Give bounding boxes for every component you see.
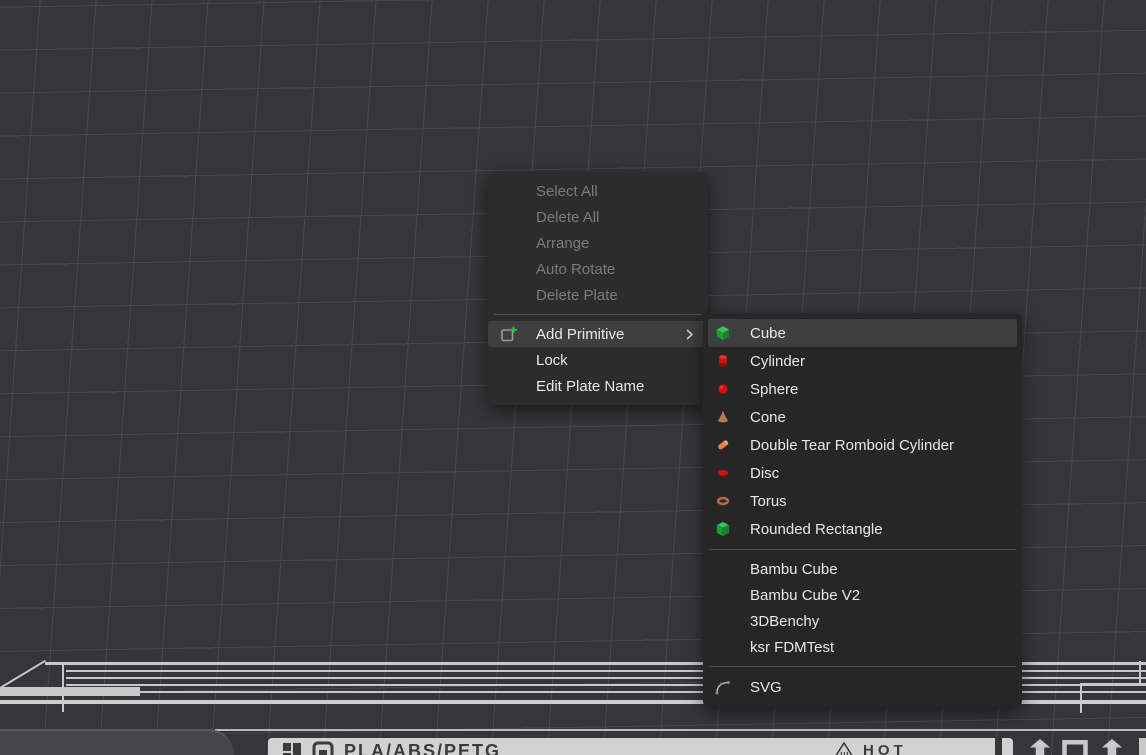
menu-item-auto-rotate[interactable]: Auto Rotate <box>488 256 708 282</box>
menu-item-bambu-cube-v2[interactable]: Bambu Cube V2 <box>703 582 1022 608</box>
menu-item-label: Delete Plate <box>536 287 696 304</box>
menu-item-edit-plate-name[interactable]: Edit Plate Name <box>488 373 708 399</box>
plate-corner-marker <box>1080 683 1146 685</box>
icon-spacer <box>498 234 520 252</box>
cube-icon <box>711 324 735 342</box>
context-menu: Select All Delete All Arrange Auto Rotate De… <box>488 172 708 405</box>
icon-spacer <box>711 586 735 604</box>
menu-item-label: Cube <box>750 325 1005 342</box>
icon-spacer <box>498 286 520 304</box>
menu-item-svg[interactable]: SVG <box>703 673 1022 701</box>
menu-item-bambu-cube[interactable]: Bambu Cube <box>703 556 1022 582</box>
menu-item-label: Sphere <box>750 381 1010 398</box>
menu-item-label: Auto Rotate <box>536 261 696 278</box>
icon-spacer <box>711 560 735 578</box>
icon-spacer <box>498 260 520 278</box>
icon-spacer <box>711 638 735 656</box>
menu-item-label: Add Primitive <box>536 326 682 343</box>
menu-separator <box>494 314 702 315</box>
menu-item-cylinder[interactable]: Cylinder <box>703 347 1022 375</box>
icon-spacer <box>498 377 520 395</box>
disc-icon <box>711 464 735 482</box>
icon-spacer <box>498 208 520 226</box>
menu-item-label: Bambu Cube V2 <box>750 587 1010 604</box>
menu-item-label: Edit Plate Name <box>536 378 696 395</box>
menu-item-label: Bambu Cube <box>750 561 1010 578</box>
plate-corner-marker <box>1080 683 1082 713</box>
menu-item-delete-plate[interactable]: Delete Plate <box>488 282 708 308</box>
menu-item-label: Double Tear Romboid Cylinder <box>750 437 1010 454</box>
menu-item-delete-all[interactable]: Delete All <box>488 204 708 230</box>
icon-spacer <box>498 351 520 369</box>
menu-separator <box>709 549 1016 550</box>
add-primitive-submenu: Cube Cylinder Sphere Cone Double Tear Romboi… <box>703 313 1022 707</box>
menu-item-cube[interactable]: Cube <box>708 319 1017 347</box>
menu-item-label: Lock <box>536 352 696 369</box>
menu-item-rounded-rectangle[interactable]: Rounded Rectangle <box>703 515 1022 543</box>
add-primitive-icon <box>498 325 520 343</box>
menu-item-ksr-fdmtest[interactable]: ksr FDMTest <box>703 634 1022 660</box>
menu-item-arrange[interactable]: Arrange <box>488 230 708 256</box>
plate-handle-tab <box>0 729 234 755</box>
chevron-right-icon <box>682 327 696 342</box>
menu-item-add-primitive[interactable]: Add Primitive <box>488 321 708 347</box>
menu-item-lock[interactable]: Lock <box>488 347 708 373</box>
menu-item-disc[interactable]: Disc <box>703 459 1022 487</box>
menu-item-label: Disc <box>750 465 1010 482</box>
plate-label-bar: PLA/ABS/PETG HOT <box>268 738 1013 755</box>
menu-item-cone[interactable]: Cone <box>703 403 1022 431</box>
sphere-icon <box>711 380 735 398</box>
menu-item-sphere[interactable]: Sphere <box>703 375 1022 403</box>
icon-spacer <box>711 612 735 630</box>
cone-icon <box>711 408 735 426</box>
plate-bar-notch <box>995 738 1002 755</box>
svg-curve-icon <box>711 678 735 696</box>
plate-glyph-partial <box>1139 738 1146 755</box>
menu-item-label: Torus <box>750 493 1010 510</box>
menu-item-label: 3DBenchy <box>750 613 1010 630</box>
menu-item-label: Select All <box>536 183 696 200</box>
menu-item-label: Cone <box>750 409 1010 426</box>
menu-item-label: SVG <box>750 679 1010 696</box>
cylinder-icon <box>711 352 735 370</box>
menu-item-3dbenchy[interactable]: 3DBenchy <box>703 608 1022 634</box>
plate-square-outline-icon <box>1058 740 1092 755</box>
plate-material-label: PLA/ABS/PETG <box>344 741 501 755</box>
viewport: PLA/ABS/PETG HOT Select All Delete All Arr… <box>0 0 1146 755</box>
menu-separator <box>709 666 1016 667</box>
plate-type-icon <box>312 741 334 755</box>
menu-item-label: Delete All <box>536 209 696 226</box>
menu-item-label: Arrange <box>536 235 696 252</box>
menu-item-label: Cylinder <box>750 353 1010 370</box>
rounded-rectangle-icon <box>711 520 735 538</box>
menu-item-torus[interactable]: Torus <box>703 487 1022 515</box>
double-tear-romboid-cylinder-icon <box>711 436 735 454</box>
plate-arrow-up-icon <box>1098 739 1126 755</box>
torus-icon <box>711 492 735 510</box>
menu-item-select-all[interactable]: Select All <box>488 178 708 204</box>
bambu-logo-icon <box>282 741 304 755</box>
plate-arrow-up-icon <box>1026 739 1054 755</box>
menu-item-label: ksr FDMTest <box>750 639 1010 656</box>
plate-corner-marker <box>1139 661 1141 684</box>
plate-lower-line <box>215 729 1146 731</box>
plate-hot-label: HOT <box>863 742 907 755</box>
menu-item-label: Rounded Rectangle <box>750 521 1010 538</box>
icon-spacer <box>498 182 520 200</box>
hot-surface-warning-icon <box>833 741 855 755</box>
menu-item-double-tear-romboid-cylinder[interactable]: Double Tear Romboid Cylinder <box>703 431 1022 459</box>
